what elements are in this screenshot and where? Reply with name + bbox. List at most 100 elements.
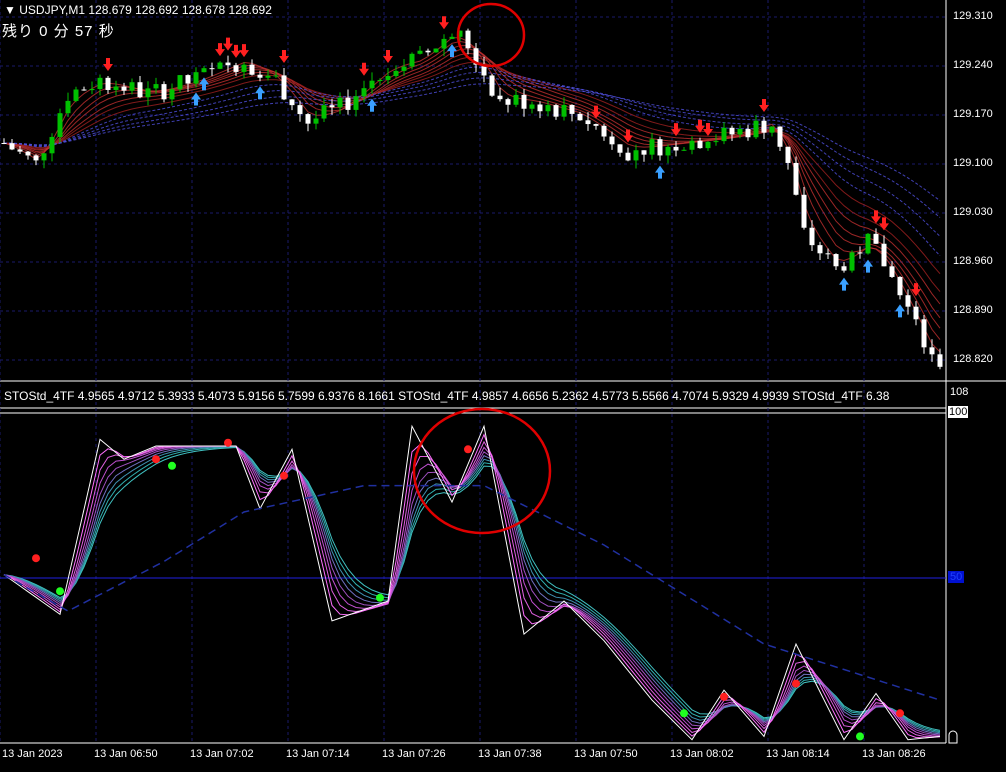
candle-body <box>921 319 927 348</box>
lock-icon <box>948 730 958 744</box>
candle-body <box>809 227 815 246</box>
candle-body <box>577 113 583 121</box>
price-axis-label: 129.170 <box>953 108 993 120</box>
sell-arrow-icon <box>359 62 369 76</box>
candle-body <box>905 295 911 307</box>
candle-body <box>505 99 511 105</box>
candle-body <box>249 64 255 75</box>
sell-signal-dot <box>280 471 288 480</box>
candle-body <box>425 50 431 53</box>
candle-body <box>937 354 943 367</box>
price-axis-label: 129.310 <box>953 10 993 22</box>
candle-body <box>657 139 663 156</box>
candle-body <box>233 65 239 72</box>
ma-ribbon-line <box>3 77 941 218</box>
candle-body <box>17 149 23 152</box>
indicator-axis-top: 108 <box>950 386 969 398</box>
candle-body <box>617 144 623 153</box>
candle-body <box>545 105 551 112</box>
candle-body <box>513 94 519 105</box>
candle-body <box>745 128 751 138</box>
candle-body <box>449 36 455 39</box>
candle-body <box>521 94 527 109</box>
candle-body <box>713 141 719 143</box>
price-axis-label: 128.890 <box>953 304 993 316</box>
candle-body <box>361 88 367 97</box>
candle-body <box>89 88 95 91</box>
candle-body <box>465 30 471 49</box>
candle-body <box>625 152 631 161</box>
candle-body <box>849 252 855 271</box>
candle-body <box>385 76 391 80</box>
sell-signal-dot <box>224 438 232 447</box>
sell-signal-dot <box>32 554 40 563</box>
candle-body <box>769 126 775 133</box>
sell-arrow-icon <box>215 43 225 57</box>
buy-arrow-icon <box>895 304 905 318</box>
price-axis-label: 128.820 <box>953 353 993 365</box>
candle-body <box>929 347 935 355</box>
stoch-line <box>3 446 941 731</box>
sell-signal-dot <box>152 455 160 464</box>
indicator-axis-100: 100 <box>948 406 969 418</box>
candle-body <box>113 86 119 90</box>
buy-signal-dot <box>856 732 864 741</box>
candle-body <box>705 141 711 149</box>
candle-body <box>393 70 399 77</box>
candle-body <box>105 77 111 90</box>
time-axis-label: 13 Jan 07:26 <box>382 748 446 760</box>
stoch-line <box>3 433 941 739</box>
price-axis-label: 129.100 <box>953 157 993 169</box>
ma-ribbon-line <box>3 61 941 275</box>
indicator-level-50: 50 <box>948 571 965 583</box>
candle-body <box>57 113 63 137</box>
ma-ribbon-line <box>3 56 941 292</box>
time-axis-label: 13 Jan 07:02 <box>190 748 254 760</box>
candle-body <box>25 151 31 156</box>
candle-body <box>345 97 351 110</box>
candle-body <box>593 124 599 126</box>
stoch-line <box>3 445 941 736</box>
candle-body <box>897 276 903 296</box>
candle-body <box>761 120 767 133</box>
chart-menu-triangle-icon[interactable]: ▼ <box>4 3 16 17</box>
candle-body <box>753 120 759 138</box>
candle-body <box>201 68 207 73</box>
time-axis-label: 13 Jan 07:14 <box>286 748 350 760</box>
time-axis-label: 13 Jan 2023 <box>2 748 63 760</box>
candle-body <box>729 127 735 135</box>
price-axis-label: 129.240 <box>953 59 993 71</box>
candle-body <box>209 68 215 70</box>
candle-body <box>225 62 231 66</box>
buy-arrow-icon <box>655 165 665 179</box>
candle-body <box>329 105 335 108</box>
candle-body <box>721 127 727 142</box>
candle-body <box>601 125 607 137</box>
time-axis-label: 13 Jan 07:38 <box>478 748 542 760</box>
candle-body <box>857 252 863 254</box>
sell-arrow-icon <box>879 217 889 231</box>
candle-body <box>497 95 503 100</box>
candle-body <box>417 50 423 54</box>
candle-body <box>377 79 383 81</box>
candle-body <box>489 75 495 96</box>
stoch-line <box>3 440 941 738</box>
candle-body <box>305 114 311 124</box>
buy-signal-dot <box>56 587 64 596</box>
candle-body <box>433 48 439 53</box>
chart-canvas[interactable] <box>0 0 1006 767</box>
annotation-circle <box>412 407 552 535</box>
sell-arrow-icon <box>223 37 233 51</box>
symbol-label: USDJPY,M1 <box>19 3 86 17</box>
price-axis-label: 128.960 <box>953 255 993 267</box>
candle-body <box>81 89 87 91</box>
indicator-label: STOStd_4TF 4.9565 4.9712 5.3933 5.4073 5… <box>4 389 890 403</box>
candle-body <box>873 233 879 244</box>
candle-body <box>689 140 695 150</box>
chart-window[interactable]: ▼ USDJPY,M1 128.679 128.692 128.678 128.… <box>0 0 1006 767</box>
stoch-line <box>3 446 941 733</box>
candle-body <box>529 104 535 109</box>
candle-body <box>569 105 575 114</box>
candle-body <box>313 118 319 124</box>
candle-body <box>881 243 887 267</box>
